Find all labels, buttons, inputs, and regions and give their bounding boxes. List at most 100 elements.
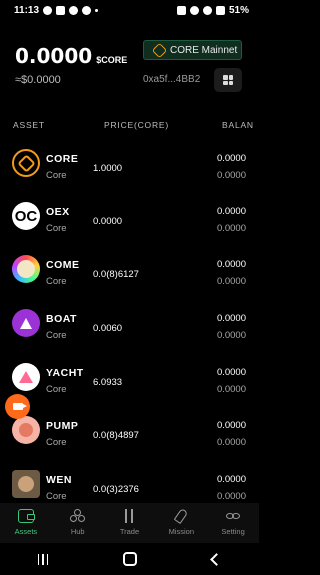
recents-icon[interactable]: [37, 553, 49, 565]
token-name: Core: [46, 330, 67, 341]
token-row-core[interactable]: CORE Core 1.0000 0.0000 0.0000: [0, 141, 259, 194]
token-balance: 0.0000: [216, 259, 246, 270]
pump-token-icon: [12, 416, 40, 444]
wifi-icon: [202, 5, 212, 15]
status-time: 11:13: [14, 4, 40, 16]
token-fiat: 0.0000: [216, 384, 246, 395]
messenger-icon: [82, 5, 92, 15]
wallet-address[interactable]: 0xa5f...4BB2: [143, 74, 200, 85]
balance-row: 0.0000 $CORE: [15, 44, 127, 68]
balance-value: 0.0000: [15, 44, 93, 68]
token-row-come[interactable]: COME Core 0.0(8)6127 0.0000 0.0000: [0, 247, 259, 300]
notification-icon: [56, 5, 66, 15]
token-price: 1.0000: [93, 163, 123, 174]
status-bar: 11:13 51%: [0, 0, 259, 20]
token-name: Core: [46, 170, 67, 181]
token-balance: 0.0000: [216, 367, 246, 378]
bottom-nav: Assets Hub Trade Mission Setting: [0, 503, 259, 543]
video-camera-icon: [12, 403, 27, 410]
token-price: 0.0(3)2376: [93, 484, 139, 495]
oex-glyph: OC: [14, 207, 38, 225]
core-logo-icon: [151, 42, 168, 58]
header-balance: BALAN: [222, 120, 254, 130]
yacht-token-icon: [12, 363, 40, 391]
oex-token-icon: OC: [12, 202, 40, 230]
token-name: Core: [46, 437, 67, 448]
token-list[interactable]: CORE Core 1.0000 0.0000 0.0000 OC OEX Co…: [0, 141, 259, 501]
balance-unit: $CORE: [96, 55, 128, 65]
token-row-oex[interactable]: OC OEX Core 0.0000 0.0000 0.0000: [0, 194, 259, 247]
wen-token-icon: [12, 470, 40, 498]
nav-mission[interactable]: Mission: [155, 503, 207, 543]
token-name: Core: [46, 223, 67, 234]
core-token-icon: [12, 149, 40, 177]
wallet-icon: [17, 509, 35, 523]
token-price: 0.0000: [93, 216, 123, 227]
whatsapp-icon: [43, 5, 53, 15]
token-fiat: 0.0000: [216, 223, 246, 234]
status-right: 51%: [176, 4, 249, 16]
come-token-icon: [12, 255, 40, 283]
nav-label: Assets: [14, 527, 38, 536]
mute-icon: [189, 5, 199, 15]
token-fiat: 0.0000: [216, 491, 246, 501]
token-symbol: WEN: [46, 474, 72, 486]
header-asset: ASSET: [13, 120, 45, 130]
token-fiat: 0.0000: [216, 276, 246, 287]
token-balance: 0.0000: [216, 420, 246, 431]
header-price: PRICE(CORE): [104, 120, 169, 130]
token-symbol: YACHT: [46, 367, 84, 379]
rocket-icon: [173, 507, 189, 525]
token-name: Core: [46, 491, 67, 501]
home-icon[interactable]: [123, 552, 138, 566]
token-fiat: 0.0000: [216, 170, 246, 181]
battery-label: 51%: [228, 4, 249, 16]
boat-token-icon: [12, 309, 40, 337]
token-row-yacht[interactable]: YACHT Core 6.0933 0.0000 0.0000: [0, 355, 259, 408]
nav-hub[interactable]: Hub: [52, 503, 104, 543]
asset-table-header: ASSET PRICE(CORE) BALAN: [0, 118, 259, 132]
token-price: 0.0(8)4897: [93, 430, 139, 441]
qr-code-icon: [223, 75, 233, 85]
token-symbol: BOAT: [46, 313, 77, 325]
token-balance: 0.0000: [216, 474, 246, 485]
trade-icon: [121, 509, 137, 523]
hub-icon: [69, 509, 86, 523]
token-row-wen[interactable]: WEN Core 0.0(3)2376 0.0000 0.0000: [0, 462, 259, 501]
token-price: 0.0060: [93, 323, 123, 334]
token-symbol: CORE: [46, 153, 79, 165]
token-row-pump[interactable]: PUMP Core 0.0(8)4897 0.0000 0.0000: [0, 408, 259, 461]
facebook-icon: [69, 5, 79, 15]
token-row-boat[interactable]: BOAT Core 0.0060 0.0000 0.0000: [0, 301, 259, 354]
nav-trade[interactable]: Trade: [104, 503, 156, 543]
signal-icon: [215, 5, 225, 15]
infinity-icon: [225, 509, 241, 523]
screenshot-icon: [176, 5, 186, 15]
network-selector[interactable]: CORE Mainnet: [143, 40, 242, 60]
token-symbol: OEX: [46, 206, 70, 218]
network-label: CORE Mainnet: [170, 44, 238, 56]
android-nav-bar: [0, 543, 259, 575]
token-symbol: PUMP: [46, 420, 79, 432]
token-balance: 0.0000: [216, 153, 246, 164]
nav-label: Setting: [221, 527, 245, 536]
token-symbol: COME: [46, 259, 80, 271]
token-fiat: 0.0000: [216, 330, 246, 341]
status-left: 11:13: [14, 4, 99, 16]
token-name: Core: [46, 384, 67, 395]
token-price: 0.0(8)6127: [93, 269, 139, 280]
token-balance: 0.0000: [216, 206, 246, 217]
nav-label: Mission: [168, 527, 194, 536]
nav-label: Hub: [70, 527, 85, 536]
screen-record-button[interactable]: [5, 394, 30, 419]
token-price: 6.0933: [93, 377, 123, 388]
nav-assets[interactable]: Assets: [0, 503, 52, 543]
dot-icon: [95, 8, 99, 12]
qr-code-button[interactable]: [214, 68, 242, 92]
nav-setting[interactable]: Setting: [207, 503, 259, 543]
token-fiat: 0.0000: [216, 437, 246, 448]
back-icon[interactable]: [210, 552, 224, 566]
nav-label: Trade: [119, 527, 140, 536]
token-name: Core: [46, 276, 67, 287]
fiat-value: ≈$0.0000: [15, 74, 61, 86]
